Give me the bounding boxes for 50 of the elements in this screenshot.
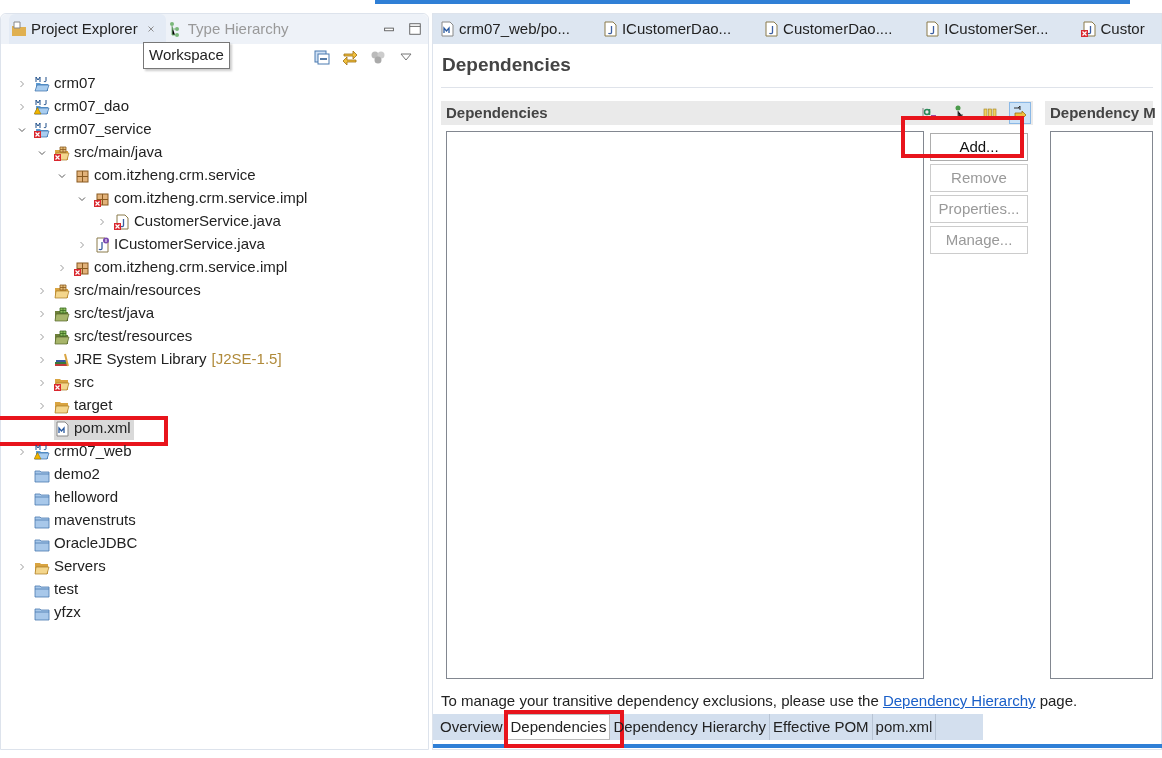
- link-arrows-icon[interactable]: [342, 49, 358, 65]
- tree-item[interactable]: helloword: [34, 486, 122, 509]
- collapse-all-icon[interactable]: [314, 49, 330, 65]
- page-title: Dependencies: [441, 44, 1153, 88]
- folder-icon: [11, 21, 27, 37]
- tree-item[interactable]: mavenstruts: [34, 509, 139, 532]
- tree-item[interactable]: com.itzheng.crm.service: [74, 164, 259, 187]
- file-icon: [763, 21, 780, 37]
- tree-item[interactable]: test: [34, 578, 82, 601]
- tree-item[interactable]: crm07_web: [34, 440, 135, 463]
- tree-item[interactable]: OracleJDBC: [34, 532, 141, 555]
- tree-item[interactable]: CustomerService.java: [114, 210, 284, 233]
- editor-tab[interactable]: ICustomerSer...: [924, 14, 1049, 44]
- tree-item[interactable]: demo2: [34, 463, 103, 486]
- tree-item[interactable]: target: [54, 394, 116, 417]
- maximize-icon[interactable]: [408, 22, 422, 36]
- view-tab[interactable]: Project Explorer: [9, 14, 166, 44]
- tree-item[interactable]: com.itzheng.crm.service.impl: [94, 187, 311, 210]
- filter-icon[interactable]: [370, 49, 386, 65]
- tree-item[interactable]: JRE System Library [J2SE-1.5]: [54, 348, 285, 371]
- help-text: To manage your transitive dependency exclusions, please use the Dependency Hierarchy page.: [441, 691, 1079, 711]
- hyperlink[interactable]: Dependency Hierarchy: [882, 692, 1036, 709]
- tree-item[interactable]: com.itzheng.crm.service.impl: [74, 256, 291, 279]
- list-box[interactable]: [1050, 131, 1153, 679]
- tree-item[interactable]: src/test/resources: [54, 325, 196, 348]
- editor-tab[interactable]: CustomerDao....: [763, 14, 893, 44]
- file-icon: [924, 21, 941, 37]
- tooltip: Workspace: [143, 42, 230, 69]
- tree-item[interactable]: src/main/resources: [54, 279, 204, 302]
- tree-item[interactable]: crm07_dao: [34, 95, 133, 118]
- tree-item[interactable]: crm07_service: [34, 118, 155, 141]
- tree-item[interactable]: ICustomerService.java: [94, 233, 268, 256]
- close-icon[interactable]: [145, 24, 156, 34]
- tree-item[interactable]: crm07: [34, 72, 99, 95]
- tree-item[interactable]: src: [54, 371, 97, 394]
- page-tab[interactable]: Overview: [437, 714, 507, 740]
- tree-item[interactable]: src/main/java: [54, 141, 166, 164]
- file-icon: [601, 21, 618, 37]
- file-icon: [439, 21, 455, 37]
- page-tab[interactable]: pom.xml: [872, 714, 937, 740]
- section-title: Dependency M: [1050, 102, 1156, 123]
- editor-tab[interactable]: Custor: [1080, 14, 1145, 44]
- page-tab[interactable]: Effective POM: [770, 714, 873, 740]
- section-title: Dependencies: [446, 102, 548, 123]
- editor-tab[interactable]: crm07_web/po...: [439, 14, 570, 44]
- tree-item[interactable]: yfzx: [34, 601, 84, 624]
- tree-item[interactable]: src/test/java: [54, 302, 158, 325]
- tree-item[interactable]: Servers: [34, 555, 109, 578]
- page-tab[interactable]: Dependencies: [506, 714, 611, 740]
- editor-tab[interactable]: ICustomerDao...: [601, 14, 732, 44]
